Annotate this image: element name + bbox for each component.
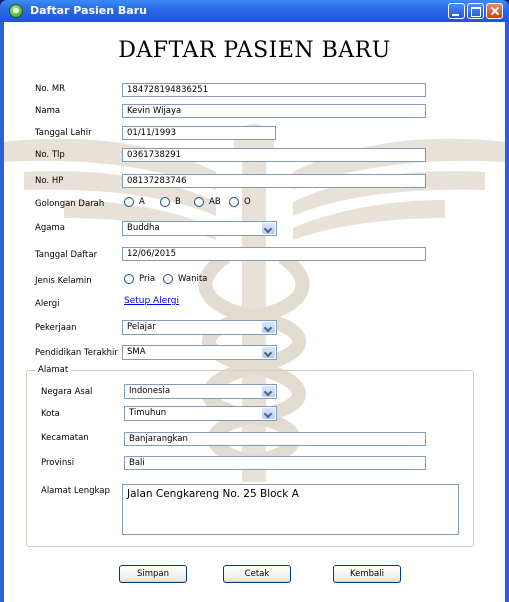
pendidikan-select[interactable]: SMA (122, 345, 277, 360)
radio-circle[interactable] (229, 197, 239, 207)
blood-type-o-radio[interactable]: O (229, 197, 251, 207)
no-hp-label: No. HP (35, 176, 64, 186)
title-bar[interactable]: Daftar Pasien Baru (0, 0, 509, 22)
page-title: DAFTAR PASIEN BARU (118, 38, 391, 63)
provinsi-field[interactable]: Bali (124, 456, 426, 470)
radio-circle[interactable] (194, 197, 204, 207)
gender-wanita-radio[interactable]: Wanita (163, 274, 207, 284)
pendidikan-value: SMA (127, 347, 146, 357)
pekerjaan-select[interactable]: Pelajar (122, 320, 277, 335)
chevron-down-icon[interactable] (262, 347, 275, 358)
no-mr-field[interactable]: 184728194836251 (122, 83, 426, 97)
tanggal-lahir-label: Tanggal Lahir (35, 128, 92, 138)
negara-select[interactable]: Indonesia (124, 384, 277, 399)
chevron-down-icon[interactable] (262, 408, 275, 419)
alamat-group-label: Alamat (35, 365, 72, 375)
gender-pria-label: Pria (139, 274, 156, 284)
no-tlp-label: No. Tlp (35, 150, 65, 160)
radio-circle[interactable] (124, 274, 134, 284)
blood-type-a-radio[interactable]: A (124, 197, 145, 207)
chevron-down-icon[interactable] (262, 223, 275, 234)
kecamatan-field[interactable]: Banjarangkan (124, 432, 426, 446)
blood-type-o-label: O (244, 197, 251, 207)
tanggal-daftar-field[interactable]: 12/06/2015 (122, 247, 426, 261)
radio-circle[interactable] (163, 274, 173, 284)
blood-type-a-label: A (139, 197, 145, 207)
kota-select[interactable]: Timuhun (124, 406, 277, 421)
simpan-button[interactable]: Simpan (119, 565, 187, 583)
kota-value: Timuhun (129, 408, 167, 418)
maximize-icon[interactable] (467, 3, 484, 19)
alamat-lengkap-label: Alamat Lengkap (41, 486, 110, 496)
provinsi-label: Provinsi (41, 458, 75, 468)
nama-field[interactable]: Kevin Wijaya (122, 104, 426, 118)
gender-wanita-label: Wanita (178, 274, 208, 284)
agama-select[interactable]: Buddha (122, 221, 277, 236)
window-title: Daftar Pasien Baru (30, 4, 147, 17)
app-window: Daftar Pasien Baru DAFTAR PASIEN BARU No (0, 0, 509, 602)
nama-label: Nama (35, 106, 61, 116)
kecamatan-label: Kecamatan (41, 433, 89, 443)
negara-label: Negara Asal (41, 387, 93, 397)
chevron-down-icon[interactable] (262, 386, 275, 397)
blood-type-b-label: B (175, 197, 181, 207)
negara-value: Indonesia (129, 386, 171, 396)
no-tlp-field[interactable]: 0361738291 (122, 148, 426, 162)
form-panel: DAFTAR PASIEN BARU No. MR 18472819483625… (4, 22, 505, 602)
no-mr-label: No. MR (35, 84, 66, 94)
kota-label: Kota (41, 409, 60, 419)
setup-alergi-link[interactable]: Setup Alergi (124, 296, 179, 306)
kembali-button[interactable]: Kembali (333, 565, 401, 583)
pekerjaan-value: Pelajar (127, 322, 156, 332)
blood-type-b-radio[interactable]: B (160, 197, 181, 207)
app-icon (9, 4, 23, 18)
gender-pria-radio[interactable]: Pria (124, 274, 155, 284)
blood-type-ab-label: AB (209, 197, 221, 207)
pekerjaan-label: Pekerjaan (35, 323, 77, 333)
pendidikan-label: Pendidikan Terakhir (35, 348, 118, 358)
agama-value: Buddha (127, 223, 160, 233)
radio-circle[interactable] (160, 197, 170, 207)
tanggal-daftar-label: Tanggal Daftar (35, 250, 98, 260)
golongan-darah-label: Golongan Darah (35, 199, 105, 209)
cetak-button[interactable]: Cetak (223, 565, 291, 583)
jenis-kelamin-label: Jenis Kelamin (35, 276, 92, 286)
chevron-down-icon[interactable] (262, 322, 275, 333)
alergi-label: Alergi (35, 299, 60, 309)
radio-circle[interactable] (124, 197, 134, 207)
close-icon[interactable] (486, 3, 503, 19)
agama-label: Agama (35, 223, 65, 233)
blood-type-ab-radio[interactable]: AB (194, 197, 221, 207)
no-hp-field[interactable]: 08137283746 (122, 174, 426, 188)
tanggal-lahir-field[interactable]: 01/11/1993 (122, 126, 276, 140)
minimize-icon[interactable] (448, 3, 465, 19)
alamat-lengkap-textarea[interactable]: Jalan Cengkareng No. 25 Block A (122, 484, 459, 535)
